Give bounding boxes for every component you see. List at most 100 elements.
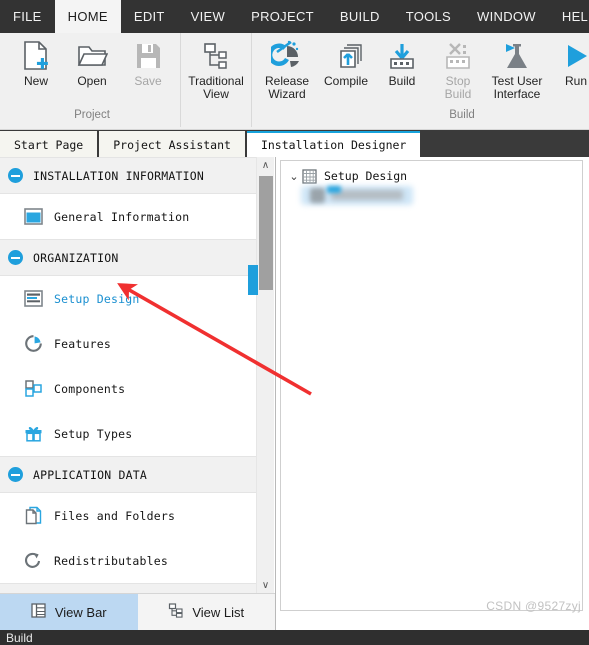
sidebar-section-installation-information-label: INSTALLATION INFORMATION — [33, 168, 204, 183]
menu-item-project[interactable]: PROJECT — [238, 0, 327, 33]
status-bar-text: Build — [6, 631, 33, 645]
compile-icon — [330, 39, 362, 73]
stop-build-icon — [442, 39, 474, 73]
tab-project-assistant-label: Project Assistant — [113, 138, 231, 152]
work-area: INSTALLATION INFORMATION General Informa… — [0, 157, 589, 630]
sidebar-section-installation-information[interactable]: INSTALLATION INFORMATION — [0, 157, 257, 194]
sidebar-section-application-data[interactable]: APPLICATION DATA — [0, 456, 257, 493]
sidebar-scrollbar[interactable]: ∧ ∨ — [256, 157, 274, 594]
new-project-button[interactable]: New — [8, 33, 64, 88]
window-pane-icon — [22, 206, 44, 228]
sidebar-section-organization[interactable]: ORGANIZATION — [0, 239, 257, 276]
run-play-icon — [560, 39, 589, 73]
open-project-label: Open — [77, 74, 107, 88]
stop-build-button[interactable]: Stop Build — [430, 33, 486, 101]
scrollbar-thumb[interactable] — [259, 176, 273, 290]
tab-view-bar[interactable]: View Bar — [0, 594, 138, 630]
menu-item-help[interactable]: HELP — [549, 0, 589, 33]
run-button[interactable]: Run — [548, 33, 589, 88]
files-folders-icon — [22, 505, 44, 527]
ribbon-group-project: New Open Save Project — [4, 33, 180, 127]
chevron-down-icon[interactable]: ⌄ — [287, 170, 301, 183]
build-icon — [386, 39, 418, 73]
menu-item-view[interactable]: VIEW — [178, 0, 238, 33]
collapse-minus-icon[interactable] — [8, 467, 23, 482]
sidebar-section-organization-label: ORGANIZATION — [33, 250, 119, 265]
menu-item-build[interactable]: BUILD — [327, 0, 393, 33]
tab-project-assistant[interactable]: Project Assistant — [99, 131, 245, 157]
ribbon-toolbar: New Open Save Project Traditional View R… — [0, 33, 589, 130]
redacted-text — [331, 190, 403, 200]
sidebar-item-redistributables[interactable]: Redistributables — [0, 538, 257, 583]
view-bar-panel: INSTALLATION INFORMATION General Informa… — [0, 157, 276, 630]
run-label: Run — [564, 74, 587, 88]
tree-node-redacted[interactable] — [301, 185, 416, 207]
open-folder-icon — [76, 39, 108, 73]
sidebar-item-setup-design[interactable]: Setup Design — [0, 276, 257, 321]
installshield-window: FILE HOME EDIT VIEW PROJECT BUILD TOOLS … — [0, 0, 589, 645]
setup-design-tree[interactable]: ⌄ Setup Design — [280, 160, 583, 611]
traditional-view-button[interactable]: Traditional View — [185, 33, 247, 101]
test-user-interface-icon — [501, 39, 533, 73]
open-project-button[interactable]: Open — [64, 33, 120, 88]
tab-installation-designer[interactable]: Installation Designer — [246, 131, 421, 157]
tab-start-page[interactable]: Start Page — [0, 131, 98, 157]
menu-item-edit[interactable]: EDIT — [121, 0, 178, 33]
sidebar-item-components-label: Components — [54, 381, 126, 396]
menu-item-home-label: HOME — [67, 9, 108, 24]
save-project-label: Save — [134, 74, 162, 88]
redacted-accent — [327, 186, 341, 193]
collapse-minus-icon[interactable] — [8, 250, 23, 265]
sidebar-item-features-label: Features — [54, 336, 111, 351]
new-document-icon — [21, 39, 51, 73]
release-wizard-button[interactable]: Release Wizard — [256, 33, 318, 101]
menu-item-help-label: HELP — [561, 9, 589, 24]
tree-node-setup-design[interactable]: ⌄ Setup Design — [281, 165, 582, 187]
tab-view-list[interactable]: View List — [138, 594, 276, 630]
ribbon-group-view-label — [181, 107, 251, 127]
sidebar-item-files-and-folders[interactable]: Files and Folders — [0, 493, 257, 538]
release-wizard-icon — [271, 39, 303, 73]
menu-item-window[interactable]: WINDOW — [464, 0, 549, 33]
release-wizard-label: Release Wizard — [264, 74, 310, 101]
document-tab-bar: Start Page Project Assistant Installatio… — [0, 130, 589, 157]
sidebar-item-general-information-label: General Information — [54, 209, 190, 224]
traditional-view-label: Traditional View — [188, 74, 244, 101]
sidebar-item-general-information[interactable]: General Information — [0, 194, 257, 239]
redacted-icon — [310, 188, 325, 203]
menu-item-project-label: PROJECT — [251, 9, 314, 24]
sidebar-item-features[interactable]: Features — [0, 321, 257, 366]
save-floppy-icon — [134, 39, 162, 73]
ribbon-group-build: Release Wizard Compile Build Stop Build … — [251, 33, 589, 127]
menu-item-build-label: BUILD — [339, 9, 380, 24]
sidebar-item-redistributables-label: Redistributables — [54, 553, 168, 568]
view-mode-tabs: View Bar View List — [0, 593, 275, 630]
test-user-interface-button[interactable]: Test User Interface — [486, 33, 548, 101]
new-project-label: New — [23, 74, 48, 88]
scroll-up-arrow-icon[interactable]: ∧ — [257, 157, 274, 174]
selected-item-indicator — [248, 265, 258, 295]
collapse-minus-icon[interactable] — [8, 168, 23, 183]
menu-item-view-label: VIEW — [190, 9, 226, 24]
build-button[interactable]: Build — [374, 33, 430, 88]
setup-design-grid-icon — [301, 168, 317, 184]
sidebar-item-setup-types[interactable]: Setup Types — [0, 411, 257, 456]
menu-item-window-label: WINDOW — [477, 9, 536, 24]
save-project-button[interactable]: Save — [120, 33, 176, 88]
ribbon-group-build-label: Build — [449, 109, 475, 121]
compile-button[interactable]: Compile — [318, 33, 374, 88]
menu-item-tools[interactable]: TOOLS — [393, 0, 464, 33]
build-label: Build — [388, 74, 416, 88]
test-user-interface-label: Test User Interface — [491, 74, 543, 101]
status-bar: Build — [0, 630, 589, 645]
tree-node-setup-design-label: Setup Design — [324, 169, 408, 183]
tab-installation-designer-label: Installation Designer — [260, 138, 407, 152]
scroll-down-arrow-icon[interactable]: ∨ — [257, 577, 274, 594]
sidebar-section-application-data-label: APPLICATION DATA — [33, 467, 147, 482]
sidebar-item-components[interactable]: Components — [0, 366, 257, 411]
sidebar-item-setup-design-label: Setup Design — [54, 291, 140, 306]
sidebar-item-files-and-folders-label: Files and Folders — [54, 508, 176, 523]
watermark-label: CSDN @9527zyj — [486, 599, 581, 613]
menu-item-file[interactable]: FILE — [0, 0, 55, 33]
menu-item-home[interactable]: HOME — [54, 0, 121, 33]
